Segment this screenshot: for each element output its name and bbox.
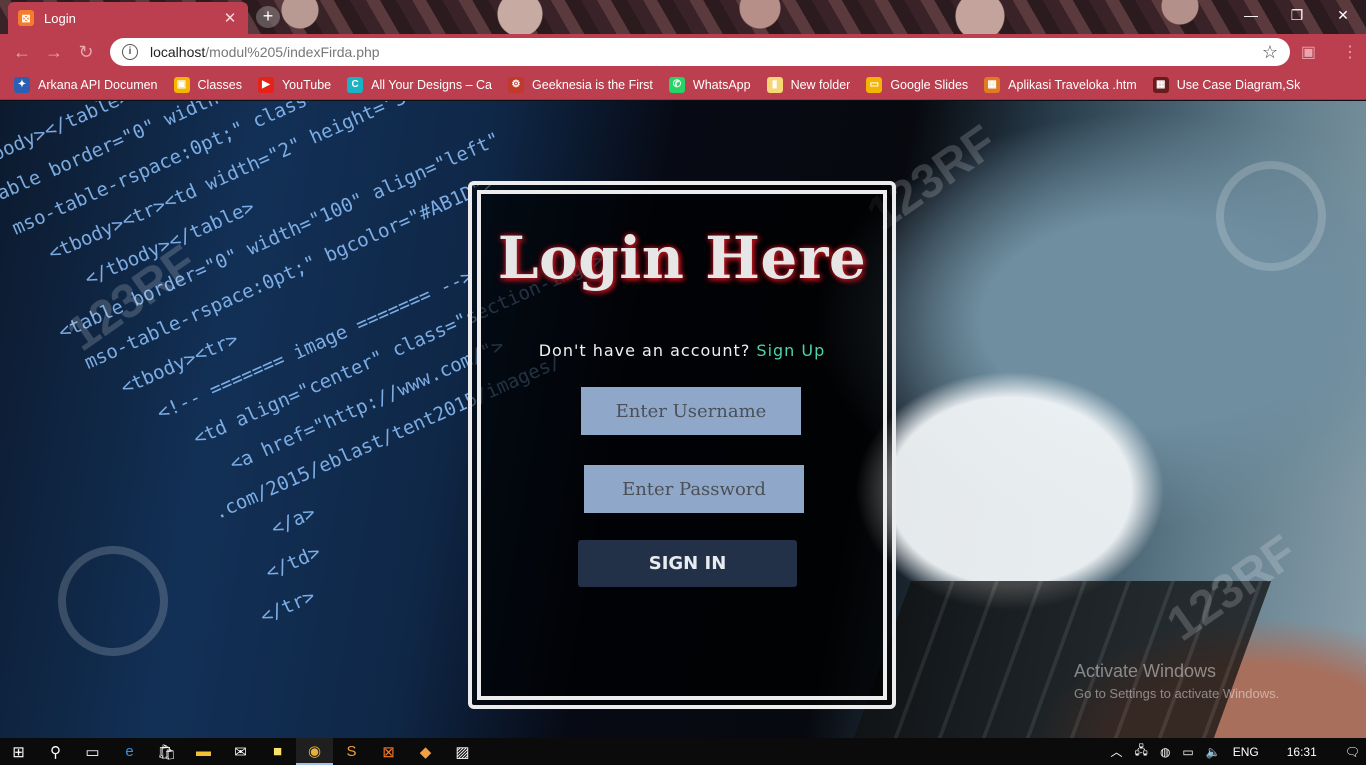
bookmark-label: YouTube [281,77,332,92]
activate-windows-watermark: Activate Windows Go to Settings to activ… [1074,661,1279,701]
signup-prompt-text: Don't have an account? [538,341,751,360]
system-tray: ︿ 🖧 ◍ ▭ 🔈 ENG 16:31 🗨 [1105,741,1366,762]
forward-icon[interactable]: → [38,36,70,68]
search-icon[interactable]: ⚲ [37,738,74,765]
network-icon[interactable]: 🖧 [1135,741,1148,762]
minimize-icon[interactable]: — [1228,0,1274,30]
canva-icon: C [347,76,364,93]
battery-icon[interactable]: ▭ [1182,745,1193,759]
windows-start-icon[interactable]: ⊞ [0,738,37,765]
bookmark-item[interactable]: C All Your Designs – Ca [347,76,493,93]
store-icon[interactable]: 🛍 [148,738,185,765]
activate-subtitle: Go to Settings to activate Windows. [1074,686,1280,701]
xampp-taskbar-icon[interactable]: ⊠ [370,738,407,765]
bookmark-label: New folder [790,77,851,92]
bookmark-item[interactable]: ▦ Aplikasi Traveloka .htm [984,76,1137,93]
volume-icon[interactable]: 🔈 [1206,745,1221,759]
sticky-notes-icon[interactable]: ■ [259,738,296,765]
url-path: /modul%205/indexFirda.php [205,44,380,60]
file-explorer-icon[interactable]: ▬ [185,738,222,765]
edge-icon[interactable]: e [111,738,148,765]
windows-taskbar: ⊞ ⚲ ▭ e 🛍 ▬ ✉ ■ ◉ S ⊠ ◆ ▨ ︿ 🖧 ◍ ▭ 🔈 ENG … [0,738,1366,765]
bookmark-label: Arkana API Documen [38,77,158,92]
sign-in-button[interactable]: SIGN IN [578,540,797,587]
password-input[interactable] [584,465,804,513]
close-tab-icon[interactable]: ✕ [222,9,238,27]
browser-toolbar: ← → ↻ i localhost /modul%205/indexFirda.… [0,34,1366,70]
restore-icon[interactable]: ❐ [1274,0,1320,30]
browser-tabstrip: ⊠ Login ✕ + — ❐ ✕ [0,0,1366,34]
chrome-menu-icon[interactable]: ⋮ [1342,42,1358,62]
clock[interactable]: 16:31 [1287,745,1317,759]
bookmark-label: Google Slides [890,77,969,92]
watermark-logo [1216,161,1326,271]
bookmarks-bar: ✦ Arkana API Documen ▣ Classes ▶ YouTube C All … [0,70,1366,100]
photos-icon[interactable]: ▨ [444,738,481,765]
page-background: </tbody></table><table border="0" width=… [0,101,1366,738]
username-input[interactable] [581,387,801,435]
tab-login[interactable]: ⊠ Login ✕ [8,2,248,34]
mail-icon[interactable]: ✉ [222,738,259,765]
bookmark-item[interactable]: ✦ Arkana API Documen [14,76,158,93]
tab-title: Login [44,10,76,26]
info-icon[interactable]: i [122,44,138,60]
window-controls: — ❐ ✕ [1228,0,1366,30]
classroom-icon: ▣ [173,76,190,93]
bookmark-item[interactable]: ▣ Classes [173,76,242,93]
bookmark-label: All Your Designs – Ca [371,77,493,92]
close-window-icon[interactable]: ✕ [1320,0,1366,30]
activate-title: Activate Windows [1074,661,1217,681]
bookmark-label: Classes [197,77,242,92]
bookmark-item[interactable]: ⚙ Geeknesia is the First [508,76,653,93]
bookmark-item[interactable]: ▭ Google Slides [866,76,969,93]
back-icon[interactable]: ← [6,36,38,68]
notifications-icon[interactable]: 🗨 [1345,745,1360,759]
xampp-icon: ⊠ [18,10,34,26]
login-panel-inner: Login Here Don't have an account? Sign U… [477,190,887,700]
language-indicator[interactable]: ENG [1233,745,1259,759]
reload-icon[interactable]: ↻ [70,36,102,68]
bookmark-item[interactable]: ▶ YouTube [257,76,332,93]
sublime-icon[interactable]: S [333,738,370,765]
bookmark-item[interactable]: ▮ New folder [766,76,851,93]
bookmark-label: Aplikasi Traveloka .htm [1008,77,1137,92]
address-bar[interactable]: i localhost /modul%205/indexFirda.php ☆ [110,38,1290,66]
file-icon: ▦ [984,76,1001,93]
bookmark-label: WhatsApp [692,77,751,92]
extension-icon[interactable]: ▣ [1301,42,1316,62]
bookmark-item[interactable]: ✆ WhatsApp [668,76,751,93]
new-tab-button[interactable]: + [256,6,280,28]
git-icon[interactable]: ◆ [407,738,444,765]
arkana-icon: ✦ [14,76,30,93]
signup-link[interactable]: Sign Up [756,341,825,360]
folder-icon: ▮ [766,76,783,93]
whatsapp-icon: ✆ [668,76,685,93]
task-view-icon[interactable]: ▭ [74,738,111,765]
chrome-icon[interactable]: ◉ [296,738,333,765]
chrome-tray-icon[interactable]: ◍ [1160,745,1170,759]
login-title: Login Here [497,224,867,292]
bookmark-star-icon[interactable]: ☆ [1262,42,1278,63]
bookmark-label: Geeknesia is the First [532,77,653,92]
youtube-icon: ▶ [257,76,274,93]
bookmark-label: Use Case Diagram,Sk [1176,77,1301,92]
watermark-logo [58,546,168,656]
signup-prompt: Don't have an account? Sign Up [481,341,883,360]
slides-icon: ▭ [866,76,883,93]
login-panel: Login Here Don't have an account? Sign U… [468,181,896,709]
diagram-icon: ▦ [1152,76,1169,93]
tray-chevron-icon[interactable]: ︿ [1111,743,1123,760]
geeknesia-icon: ⚙ [508,76,525,93]
url-host: localhost [150,44,206,60]
bookmark-item[interactable]: ▦ Use Case Diagram,Sk [1152,76,1301,93]
